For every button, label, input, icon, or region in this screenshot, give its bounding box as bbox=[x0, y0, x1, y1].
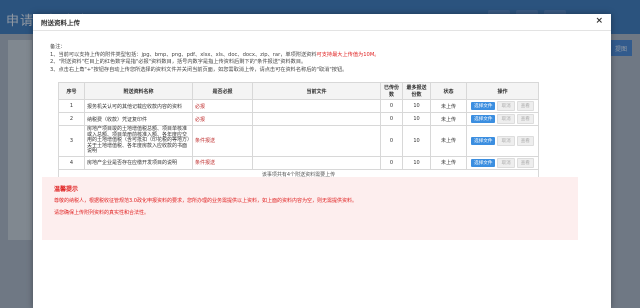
row-number: 2 bbox=[58, 112, 85, 126]
row-actions: 选择文件 取消 查看 bbox=[466, 155, 539, 170]
current-file bbox=[252, 125, 381, 157]
row-number: 3 bbox=[58, 125, 85, 157]
dialog-title: 附送资料上传 bbox=[41, 19, 80, 27]
cancel-button[interactable]: 取消 bbox=[497, 101, 515, 111]
column-header: 操作 bbox=[466, 82, 539, 100]
tip-title: 温馨提示 bbox=[54, 186, 79, 193]
preview-button[interactable]: 查看 bbox=[516, 157, 534, 168]
required-flag: 必报 bbox=[192, 112, 253, 126]
preview-button[interactable]: 查看 bbox=[516, 114, 534, 124]
column-header: 当前文件 bbox=[252, 82, 381, 100]
tip-line: 请您确保上传附列资料的真实性和合法性。 bbox=[54, 210, 150, 216]
cancel-button[interactable]: 取消 bbox=[497, 135, 515, 146]
choose-file-button[interactable]: 选择文件 bbox=[471, 102, 496, 110]
table-row: 4 房地产企业是否存在应缴开发项目的说明 条件报送 0 10 未上传 选择文件取… bbox=[58, 155, 539, 170]
tip-line: 尊敬的纳税人，根据税收征管规范3.0政化申报资料的要求，您所办理的业务需提供以上… bbox=[54, 198, 357, 204]
choose-file-button[interactable]: 选择文件 bbox=[471, 115, 496, 123]
row-actions: 选择文件 取消 查看 bbox=[466, 99, 539, 113]
row-actions: 选择文件 取消 查看 bbox=[466, 125, 539, 157]
row-number: 4 bbox=[58, 155, 85, 170]
note-line: 3、点击右上角"+"按钮存自动上传您所选择的资料文件并关闭当前页面，如您需取消上… bbox=[50, 66, 348, 73]
current-file bbox=[252, 155, 381, 170]
uploaded-count: 0 bbox=[380, 99, 403, 113]
uploaded-count: 0 bbox=[380, 125, 403, 157]
upload-status: 未上传 bbox=[430, 112, 467, 126]
choose-file-button[interactable]: 选择文件 bbox=[471, 158, 496, 167]
choose-file-button[interactable]: 选择文件 bbox=[471, 136, 496, 145]
current-file bbox=[252, 99, 381, 113]
warm-tip-panel: 温馨提示 尊敬的纳税人，根据税收征管规范3.0政化申报资料的要求，您所办理的业务… bbox=[42, 177, 578, 240]
table-row: 1 报务机关认可的其他记载应收款内容的资料 必报 0 10 未上传 选择文件 取消… bbox=[58, 99, 539, 113]
attachment-name: 房地产企业是否存在应缴开发项目的说明 bbox=[84, 155, 193, 170]
attachment-name: 房地产项目竣的土地增值税总额、项目单核准或入总额、项目单册前核准入额、各年度应交… bbox=[84, 125, 193, 157]
required-flag: 条件报送 bbox=[192, 155, 253, 170]
cancel-button[interactable]: 取消 bbox=[497, 157, 515, 168]
attachments-table: 序号 附送资料名称 是否必报 当前文件 已传份数 最多报送份数 状态 操作 1 … bbox=[58, 82, 539, 180]
table-row: 2 纳税费（收款）凭证复印件 必报 0 10 未上传 选择文件 取消 查看 bbox=[58, 112, 539, 126]
notes-title: 备注： bbox=[50, 44, 66, 50]
row-number: 1 bbox=[58, 99, 85, 113]
upload-status: 未上传 bbox=[430, 125, 467, 157]
uploaded-count: 0 bbox=[380, 155, 403, 170]
cancel-button[interactable]: 取消 bbox=[497, 114, 515, 124]
column-header: 是否必报 bbox=[192, 82, 253, 100]
table-row: 3 房地产项目竣的土地增值税总额、项目单核准或入总额、项目单册前核准入额、各年度… bbox=[58, 125, 539, 157]
preview-button[interactable]: 查看 bbox=[516, 135, 534, 146]
column-header: 最多报送份数 bbox=[402, 82, 431, 100]
column-header: 状态 bbox=[430, 82, 467, 100]
required-flag: 必报 bbox=[192, 99, 253, 113]
note-line: 2、"附送资料"栏目上的红色数字是指"必报"资料数目，括号内数字是指上传资料后剩… bbox=[50, 59, 307, 66]
max-count: 10 bbox=[402, 99, 431, 113]
close-icon[interactable]: × bbox=[595, 17, 603, 26]
row-actions: 选择文件 取消 查看 bbox=[466, 112, 539, 126]
dialog-header: 附送资料上传 × bbox=[33, 14, 611, 31]
column-header: 附送资料名称 bbox=[84, 82, 193, 100]
column-header: 已传份数 bbox=[380, 82, 403, 100]
table-header-row: 序号 附送资料名称 是否必报 当前文件 已传份数 最多报送份数 状态 操作 bbox=[58, 82, 539, 100]
attachment-name: 纳税费（收款）凭证复印件 bbox=[84, 112, 193, 126]
current-file bbox=[252, 112, 381, 126]
preview-button[interactable]: 查看 bbox=[516, 101, 534, 111]
uploaded-count: 0 bbox=[380, 112, 403, 126]
attachment-name: 报务机关认可的其他记载应收款内容的资料 bbox=[84, 99, 193, 113]
column-header: 序号 bbox=[58, 82, 85, 100]
max-count: 10 bbox=[402, 125, 431, 157]
notes-section: 备注： 1、当前可以支持上传的附件类型包括：jpg、bmp、png、pdf、xl… bbox=[50, 44, 598, 74]
required-flag: 条件报送 bbox=[192, 125, 253, 157]
upload-status: 未上传 bbox=[430, 155, 467, 170]
max-count: 10 bbox=[402, 155, 431, 170]
max-count: 10 bbox=[402, 112, 431, 126]
upload-status: 未上传 bbox=[430, 99, 467, 113]
